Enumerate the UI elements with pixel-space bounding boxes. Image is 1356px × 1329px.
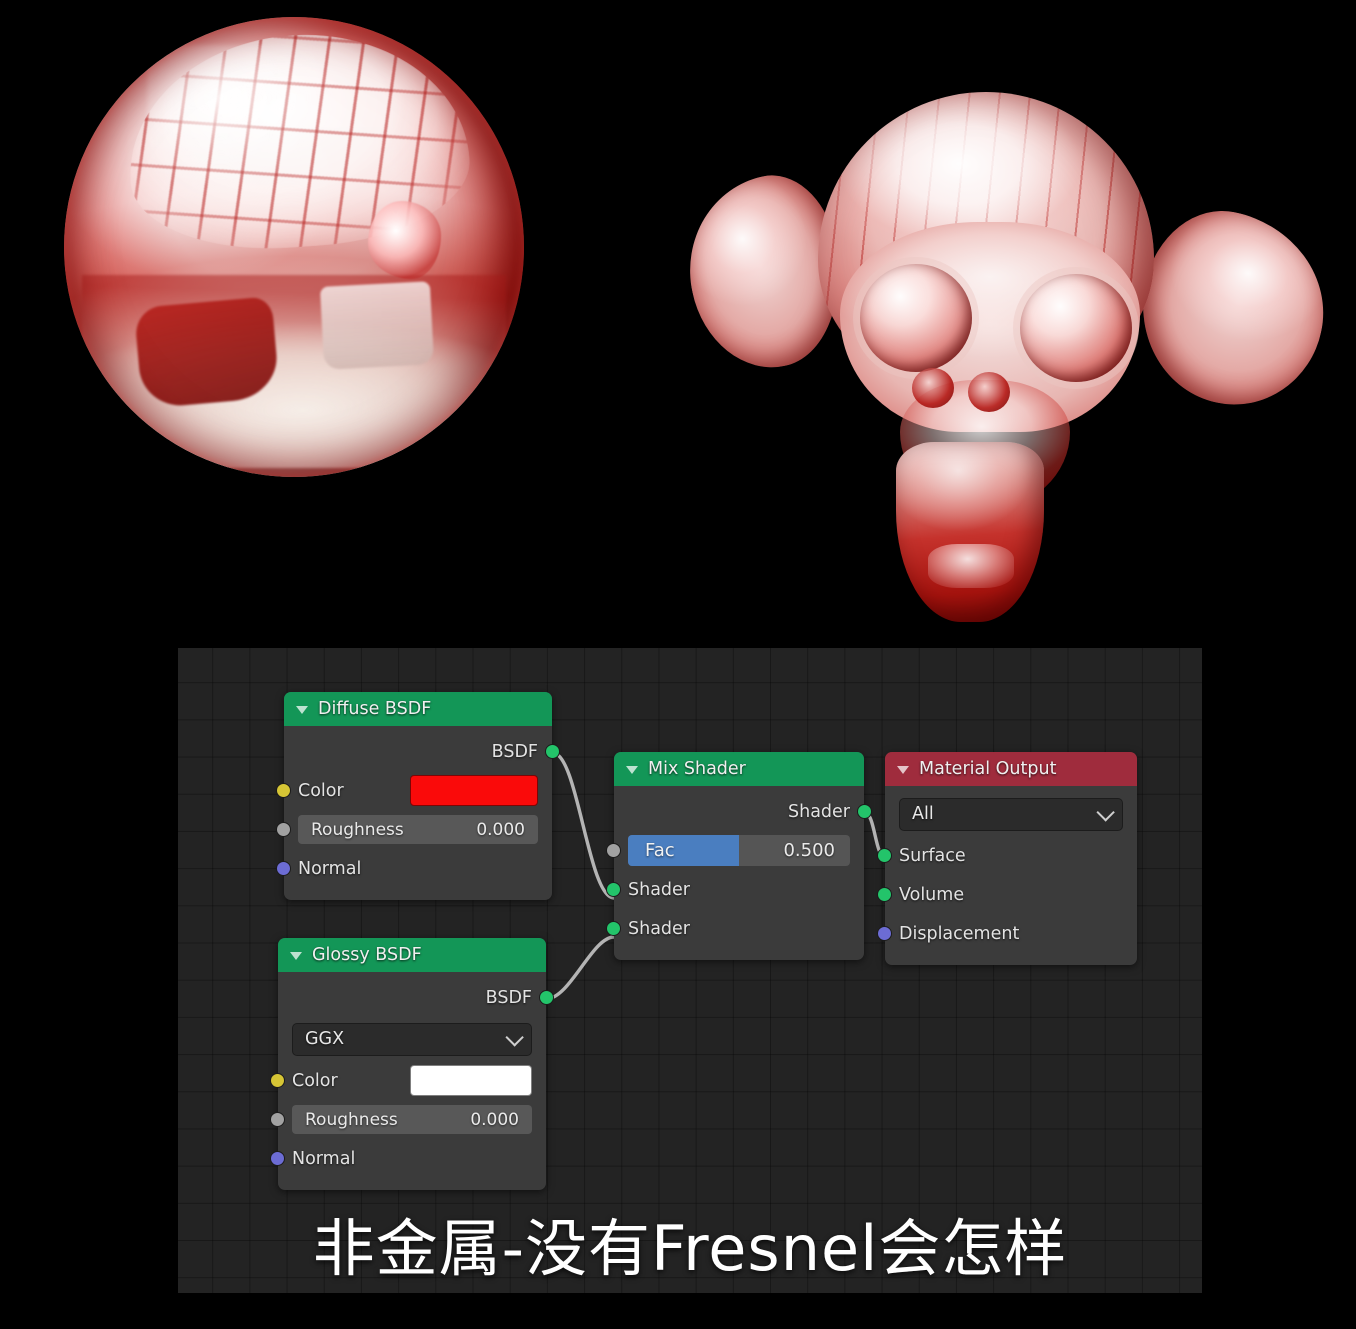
collapse-triangle-icon[interactable] [290,952,302,960]
color-swatch-glossy[interactable] [410,1065,532,1096]
socket-input-normal[interactable] [270,1151,285,1166]
shader-node-editor[interactable]: Diffuse BSDF BSDF Color Roughness 0.000 [178,648,1202,1293]
socket-input-fac[interactable] [606,843,621,858]
node-mix-body: Shader Fac 0.500 Shader Shader [606,786,872,960]
value-number: 0.000 [470,1109,519,1130]
suzanne-right-nostril [968,372,1010,412]
distribution-value: GGX [305,1029,345,1049]
node-row-distribution: GGX [278,1017,546,1061]
node-input-row-volume: Volume [877,875,1137,914]
value-number: 0.000 [476,819,525,840]
node-mix-header[interactable]: Mix Shader [614,752,864,786]
node-title: Material Output [919,759,1057,779]
socket-output-shader[interactable] [857,804,872,819]
socket-input-displacement[interactable] [877,926,892,941]
value-label: Roughness [305,1109,398,1130]
socket-input-normal[interactable] [276,861,291,876]
collapse-triangle-icon[interactable] [626,766,638,774]
node-input-row-fac: Fac 0.500 [606,831,864,870]
target-value: All [912,804,934,824]
chevron-down-icon [1096,802,1115,822]
node-title: Mix Shader [648,759,746,779]
rendered-suzanne-head [671,92,1342,622]
node-title: Diffuse BSDF [318,699,432,719]
input-label-color: Color [298,780,344,801]
node-output-row-bsdf: BSDF [278,978,554,1017]
node-mix-shader[interactable]: Mix Shader Shader Fac 0.500 Shader Shade… [606,752,872,960]
node-glossy-header[interactable]: Glossy BSDF [278,938,546,972]
node-output-header[interactable]: Material Output [885,752,1137,786]
socket-input-shader-1[interactable] [606,882,621,897]
socket-input-shader-2[interactable] [606,921,621,936]
collapse-triangle-icon[interactable] [897,766,909,774]
node-glossy-bsdf[interactable]: Glossy BSDF BSDF GGX Color Roughness 0.0… [270,938,554,1190]
fac-label: Fac [645,840,675,861]
node-output-row-shader: Shader [614,792,872,831]
node-input-row-shader-1: Shader [606,870,864,909]
suzanne-right-eye [1020,274,1132,382]
node-input-row-shader-2: Shader [606,909,864,948]
chevron-down-icon [505,1027,524,1047]
node-row-target: All [885,792,1137,836]
socket-output-bsdf[interactable] [539,990,554,1005]
caption-text: 非金属-没有Fresnel会怎样 [312,1212,1068,1285]
input-label-normal: Normal [298,858,362,879]
suzanne-right-ear [1124,197,1342,421]
node-diffuse-body: BSDF Color Roughness 0.000 Normal [276,726,560,900]
node-output-body: All Surface Volume Displacement [877,786,1137,965]
sphere-rim-shading [64,17,524,477]
value-label: Roughness [311,819,404,840]
render-viewport [0,0,1356,648]
input-label-normal: Normal [292,1148,356,1169]
input-label-surface: Surface [899,845,966,866]
fac-slider[interactable]: Fac 0.500 [628,835,850,866]
input-label-displacement: Displacement [899,923,1020,944]
node-input-row-roughness: Roughness 0.000 [276,810,552,849]
socket-input-color[interactable] [276,783,291,798]
fac-value: 0.500 [783,840,835,861]
color-swatch-diffuse[interactable] [410,775,538,806]
socket-input-volume[interactable] [877,887,892,902]
node-title: Glossy BSDF [312,945,422,965]
node-diffuse-bsdf[interactable]: Diffuse BSDF BSDF Color Roughness 0.000 [276,692,560,900]
suzanne-left-nostril [912,368,954,408]
socket-output-bsdf[interactable] [545,744,560,759]
socket-input-color[interactable] [270,1073,285,1088]
output-label: BSDF [491,741,538,762]
input-label-shader-2: Shader [628,918,690,939]
fac-slider-fill: Fac [628,835,739,866]
input-label-color: Color [292,1070,338,1091]
socket-input-surface[interactable] [877,848,892,863]
suzanne-chin [896,442,1044,622]
value-field-roughness[interactable]: Roughness 0.000 [298,815,538,844]
node-input-row-normal: Normal [276,849,552,888]
target-dropdown[interactable]: All [899,797,1123,831]
distribution-dropdown[interactable]: GGX [292,1022,532,1056]
socket-input-roughness[interactable] [270,1112,285,1127]
rendered-glossy-sphere [64,17,524,477]
input-label-volume: Volume [899,884,965,905]
node-input-row-color: Color [276,771,552,810]
node-diffuse-header[interactable]: Diffuse BSDF [284,692,552,726]
output-label: BSDF [485,987,532,1008]
value-field-roughness[interactable]: Roughness 0.000 [292,1105,532,1134]
suzanne-left-eye [860,264,972,372]
socket-input-roughness[interactable] [276,822,291,837]
suzanne-mouth [928,544,1014,588]
node-input-row-color: Color [270,1061,546,1100]
input-label-shader-1: Shader [628,879,690,900]
collapse-triangle-icon[interactable] [296,706,308,714]
node-input-row-surface: Surface [877,836,1137,875]
node-material-output[interactable]: Material Output All Surface Volume Displ… [877,752,1137,965]
node-output-row-bsdf: BSDF [284,732,560,771]
node-input-row-normal: Normal [270,1139,546,1178]
node-glossy-body: BSDF GGX Color Roughness 0.000 Normal [270,972,554,1190]
node-input-row-roughness: Roughness 0.000 [270,1100,546,1139]
node-input-row-displacement: Displacement [877,914,1137,953]
output-label: Shader [788,801,850,822]
